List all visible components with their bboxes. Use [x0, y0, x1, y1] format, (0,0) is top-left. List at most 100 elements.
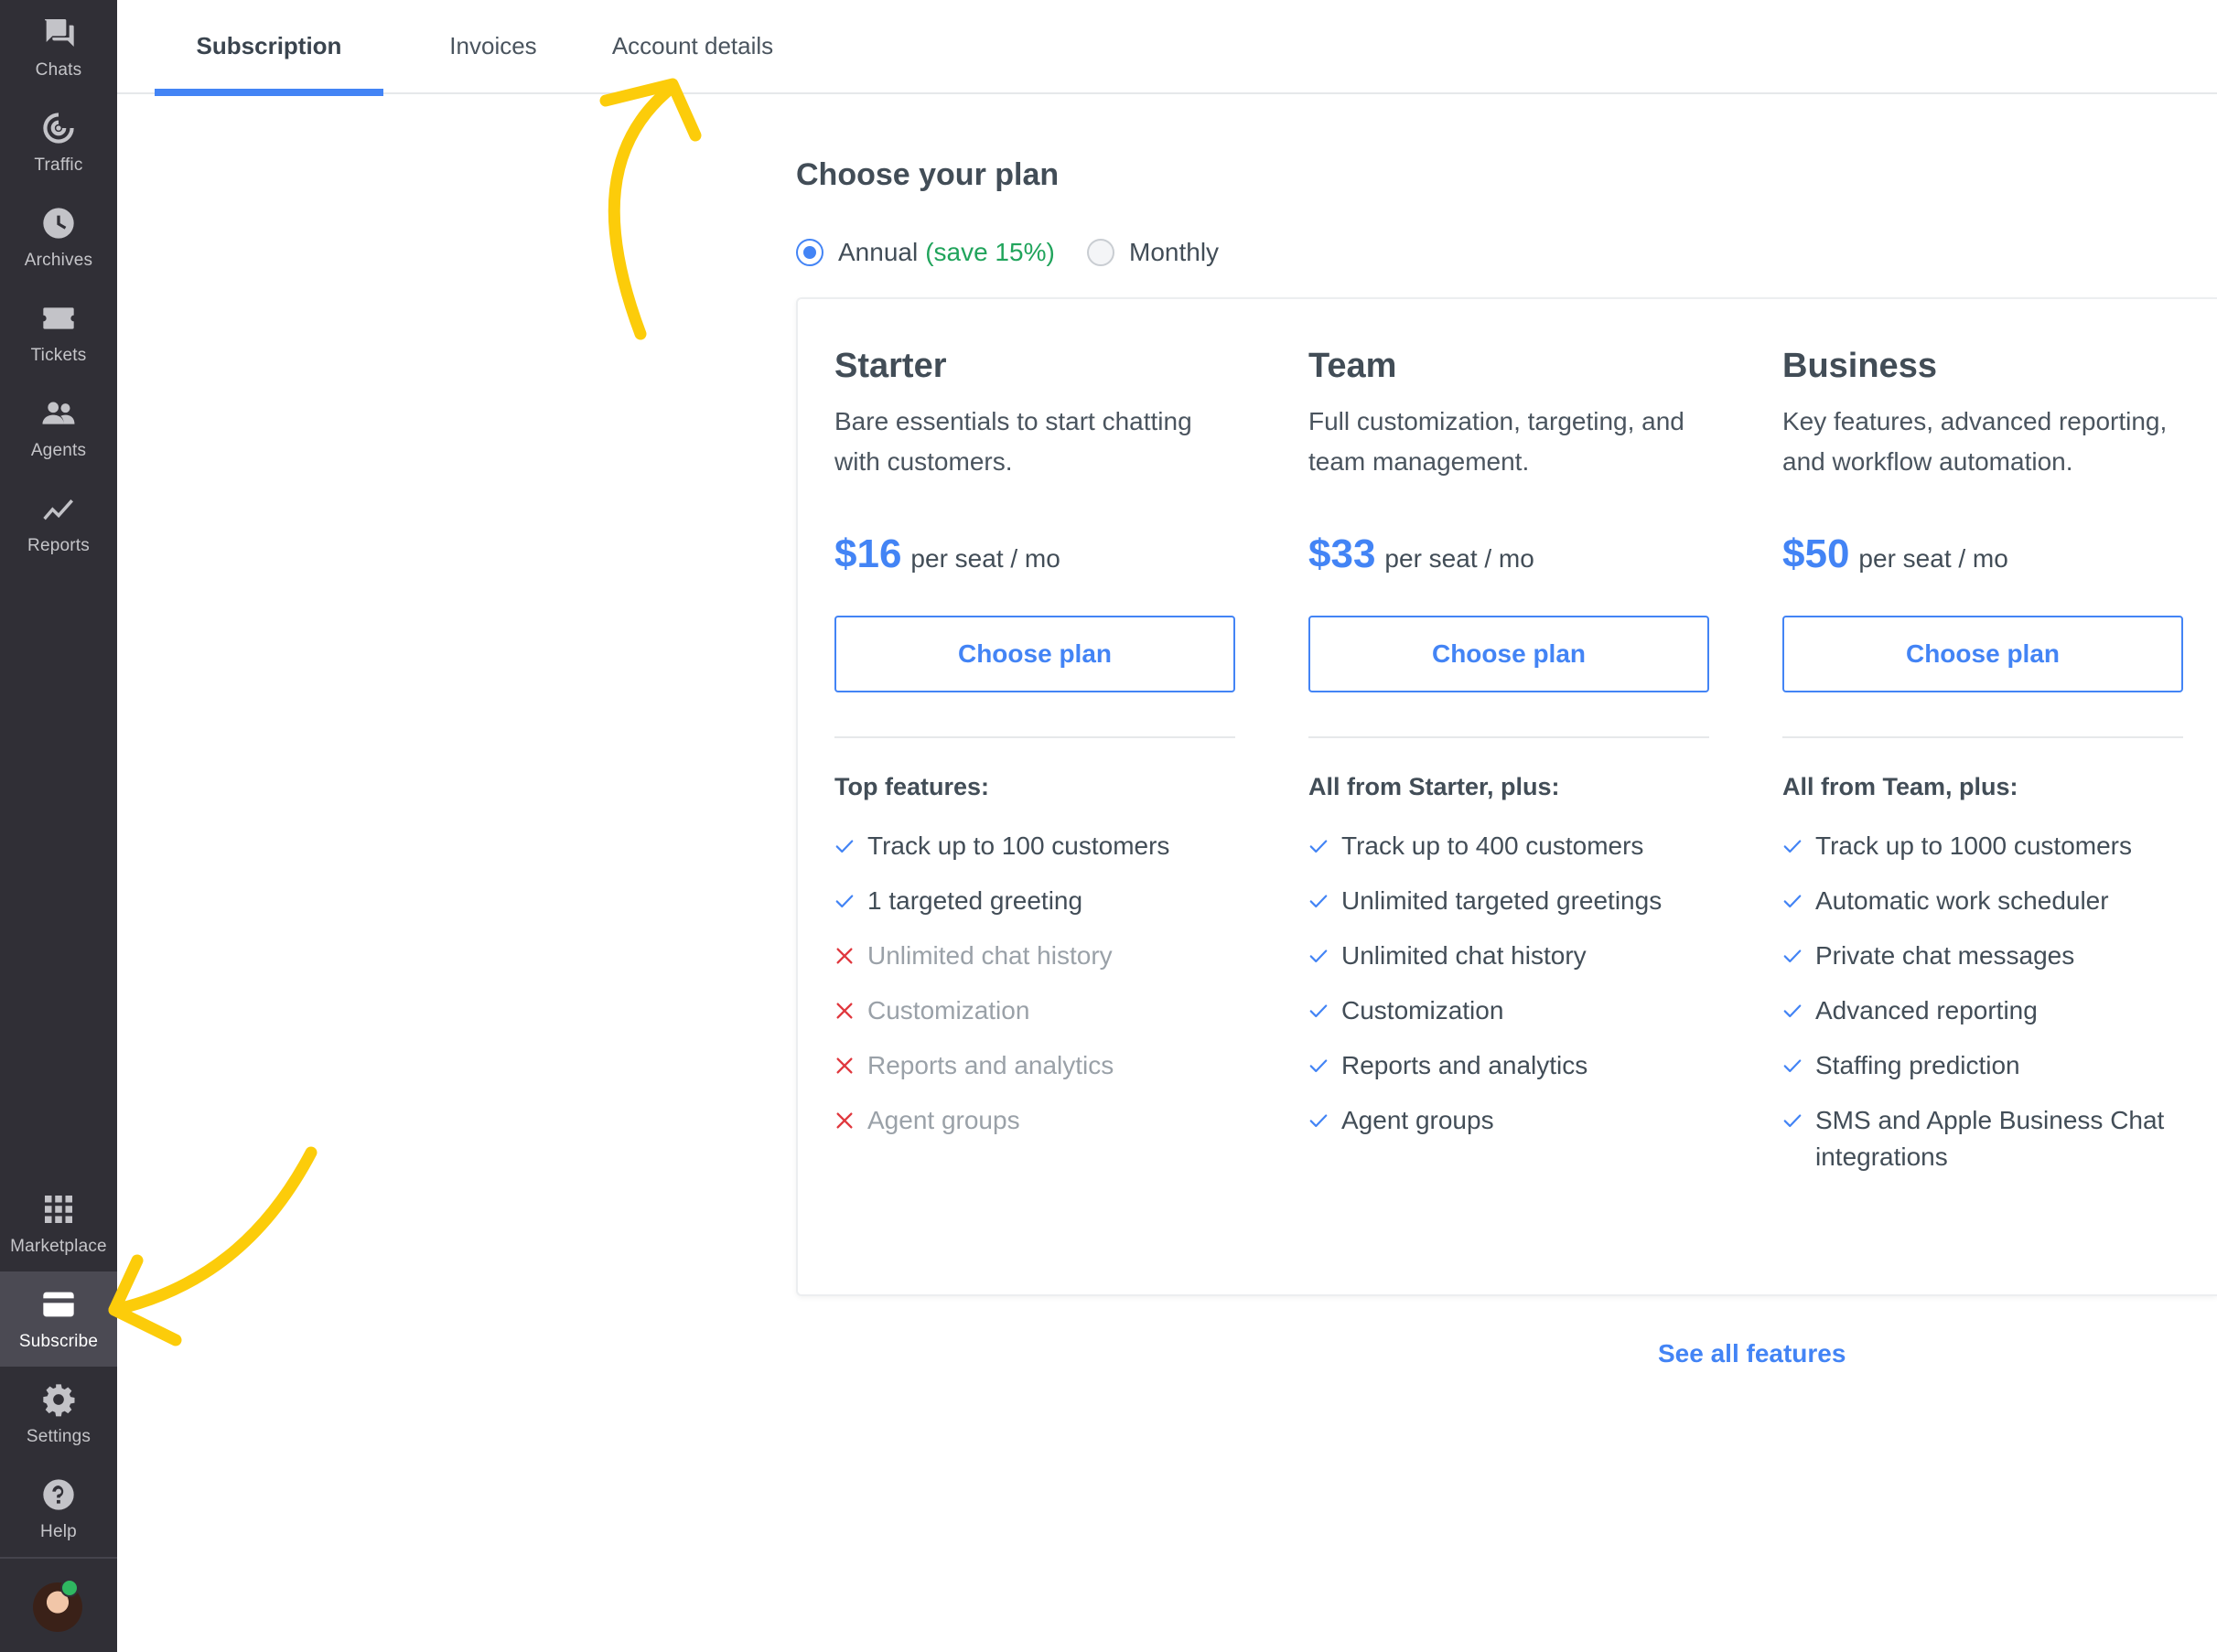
annotation-arrow-account-details: [608, 80, 679, 340]
feature-item: Reports and analytics: [834, 1047, 1235, 1084]
choose-plan-starter-button[interactable]: Choose plan: [834, 616, 1235, 692]
reports-icon: [38, 488, 79, 529]
feature-item: Staffing prediction: [1782, 1047, 2183, 1084]
feature-item: Reports and analytics: [1308, 1047, 1709, 1084]
sidebar-item-archives[interactable]: Archives: [0, 190, 117, 285]
check-icon: [834, 883, 867, 919]
check-icon: [1308, 828, 1341, 864]
features-heading: Top features:: [834, 773, 990, 800]
feature-text: Private chat messages: [1815, 941, 2075, 970]
feature-text: Reports and analytics: [867, 1051, 1114, 1079]
sidebar-item-traffic[interactable]: Traffic: [0, 95, 117, 190]
price-unit: per seat / mo: [1858, 544, 2008, 573]
billing-annual-option[interactable]: Annual (save 15%): [796, 234, 1055, 271]
sidebar-item-label: Subscribe: [18, 1332, 99, 1351]
feature-text: Automatic work scheduler: [1815, 886, 2109, 915]
feature-item: Track up to 100 customers: [834, 828, 1235, 864]
chat-icon: [38, 13, 79, 53]
page-title: Choose your plan: [796, 157, 1060, 192]
choose-plan-team-button[interactable]: Choose plan: [1308, 616, 1709, 692]
tab-account-details[interactable]: Account details: [586, 0, 800, 94]
feature-text: Advanced reporting: [1815, 996, 2038, 1024]
feature-item: Unlimited chat history: [1308, 938, 1709, 974]
sidebar-item-label: Chats: [35, 60, 82, 80]
plan-description: Bare essentials to start chatting with c…: [834, 407, 1192, 476]
plan-description: Key features, advanced reporting, and wo…: [1782, 407, 2168, 476]
check-icon: [1308, 938, 1341, 974]
cross-icon: [834, 938, 867, 974]
plan-name: Starter: [834, 347, 947, 385]
sidebar-item-label: Help: [40, 1522, 77, 1541]
sidebar-item-subscribe[interactable]: Subscribe: [0, 1271, 117, 1367]
feature-list: Track up to 100 customers 1 targeted gree…: [834, 828, 1235, 1139]
feature-text: Unlimited chat history: [867, 941, 1113, 970]
sidebar-item-agents[interactable]: Agents: [0, 381, 117, 476]
sidebar-item-label: Tickets: [30, 346, 87, 365]
annotation-arrow-subscribe: [108, 1146, 317, 1316]
plans-card: Starter Bare essentials to start chattin…: [796, 297, 2217, 1296]
check-icon: [1782, 1102, 1815, 1139]
sidebar-item-settings[interactable]: Settings: [0, 1367, 117, 1462]
plan-name: Team: [1308, 347, 1397, 385]
cross-icon: [834, 1102, 867, 1139]
choose-plan-business-button[interactable]: Choose plan: [1782, 616, 2183, 692]
check-icon: [1782, 938, 1815, 974]
plan-business: Business Key features, advanced reportin…: [1782, 347, 2183, 1175]
check-icon: [1308, 883, 1341, 919]
feature-item: SMS and Apple Business Chat integrations: [1782, 1102, 2183, 1175]
divider: [834, 736, 1235, 738]
sidebar-item-label: Marketplace: [10, 1237, 107, 1256]
sidebar-item-label: Traffic: [34, 156, 83, 175]
price-unit: per seat / mo: [1384, 544, 1534, 573]
price-unit: per seat / mo: [910, 544, 1060, 573]
sidebar-item-chats[interactable]: Chats: [0, 0, 117, 95]
plan-price: $33 per seat / mo: [1308, 531, 1709, 585]
feature-text: Track up to 100 customers: [867, 831, 1170, 860]
price-amount: $33: [1308, 531, 1376, 576]
plan-team: Team Full customization, targeting, and …: [1308, 347, 1709, 1139]
features-heading: All from Starter, plus:: [1308, 773, 1560, 800]
annual-radio[interactable]: [796, 239, 823, 266]
feature-text: Unlimited chat history: [1341, 941, 1587, 970]
feature-item: 1 targeted greeting: [834, 883, 1235, 919]
sidebar-item-tickets[interactable]: Tickets: [0, 285, 117, 381]
plan-price: $16 per seat / mo: [834, 531, 1235, 585]
feature-item: Private chat messages: [1782, 938, 2183, 974]
feature-item: Agent groups: [1308, 1102, 1709, 1139]
divider: [1308, 736, 1709, 738]
help-icon: [38, 1475, 79, 1515]
check-icon: [1308, 1102, 1341, 1139]
cross-icon: [834, 992, 867, 1029]
feature-text: Staffing prediction: [1815, 1051, 2020, 1079]
sidebar-item-label: Reports: [27, 536, 90, 555]
feature-text: Track up to 1000 customers: [1815, 831, 2133, 860]
feature-item: Agent groups: [834, 1102, 1235, 1139]
agents-icon: [38, 393, 79, 434]
monthly-radio[interactable]: [1087, 239, 1114, 266]
feature-list: Track up to 1000 customers Automatic work…: [1782, 828, 2183, 1175]
sidebar-item-reports[interactable]: Reports: [0, 476, 117, 571]
sidebar-item-label: Agents: [30, 441, 87, 460]
feature-text: Agent groups: [1341, 1106, 1494, 1134]
sidebar-item-help[interactable]: Help: [0, 1462, 117, 1557]
annual-savings-note: (save 15%): [925, 238, 1055, 266]
see-all-features-link[interactable]: See all features: [1658, 1339, 1846, 1368]
tab-bar: Subscription Invoices Account details: [117, 0, 2217, 96]
annotation-arrowhead-bottom: [108, 1254, 182, 1346]
sidebar: Chats Traffic Archives Tickets Agents Re…: [0, 0, 117, 1652]
plan-starter: Starter Bare essentials to start chattin…: [834, 347, 1235, 1139]
ticket-icon: [38, 298, 79, 338]
sidebar-item-marketplace[interactable]: Marketplace: [0, 1176, 117, 1271]
plan-description: Full customization, targeting, and team …: [1308, 407, 1684, 476]
billing-monthly-option[interactable]: Monthly: [1087, 234, 1219, 271]
user-menu[interactable]: [0, 1557, 117, 1652]
check-icon: [1782, 828, 1815, 864]
sidebar-item-label: Settings: [26, 1427, 91, 1446]
tab-invoices[interactable]: Invoices: [415, 0, 571, 94]
clock-icon: [38, 203, 79, 243]
check-icon: [834, 828, 867, 864]
feature-text: Agent groups: [867, 1106, 1020, 1134]
monthly-label: Monthly: [1129, 238, 1220, 266]
feature-item: Track up to 1000 customers: [1782, 828, 2183, 864]
tab-subscription[interactable]: Subscription: [155, 0, 383, 96]
